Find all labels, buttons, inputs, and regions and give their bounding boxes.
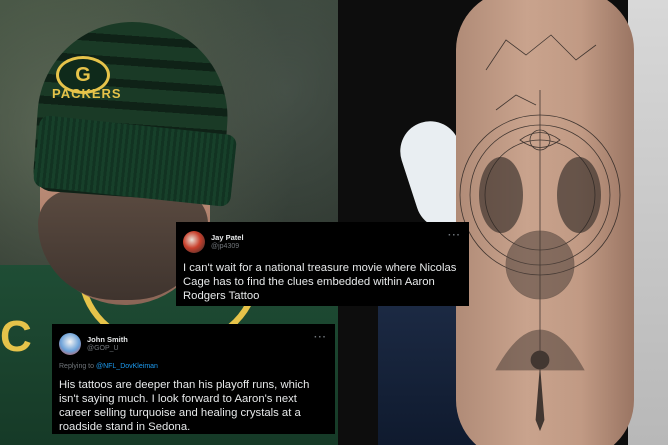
tweet-author-handle[interactable]: @jp4309 bbox=[211, 243, 239, 250]
avatar[interactable] bbox=[183, 231, 205, 253]
more-options-icon[interactable]: ··· bbox=[314, 332, 327, 343]
tattoo-artwork bbox=[459, 34, 621, 432]
collage-image: C G PACKERS Jay Patel @jp4309 ··· I can'… bbox=[0, 0, 668, 445]
tweet-author-name[interactable]: John Smith bbox=[87, 335, 128, 344]
background-wall bbox=[628, 0, 668, 445]
jersey-captain-patch: C bbox=[0, 312, 32, 361]
tweet-card[interactable]: Jay Patel @jp4309 ··· I can't wait for a… bbox=[176, 222, 469, 306]
reply-mention-link[interactable]: @NFL_DovKleiman bbox=[96, 363, 158, 370]
tweet-text: His tattoos are deeper than his playoff … bbox=[59, 379, 310, 433]
tweet-text: I can't wait for a national treasure mov… bbox=[183, 262, 457, 302]
replying-to: Replying to @NFL_DovKleiman bbox=[59, 363, 158, 370]
tweet-author-name[interactable]: Jay Patel bbox=[211, 233, 244, 242]
more-options-icon[interactable]: ··· bbox=[448, 230, 461, 241]
tweet-card[interactable]: John Smith @GOP_U ··· Replying to @NFL_D… bbox=[52, 324, 335, 434]
avatar[interactable] bbox=[59, 333, 81, 355]
tweet-author-handle[interactable]: @GOP_U bbox=[87, 345, 119, 352]
packers-wordmark: PACKERS bbox=[52, 86, 122, 101]
replying-to-label: Replying to bbox=[59, 363, 96, 370]
